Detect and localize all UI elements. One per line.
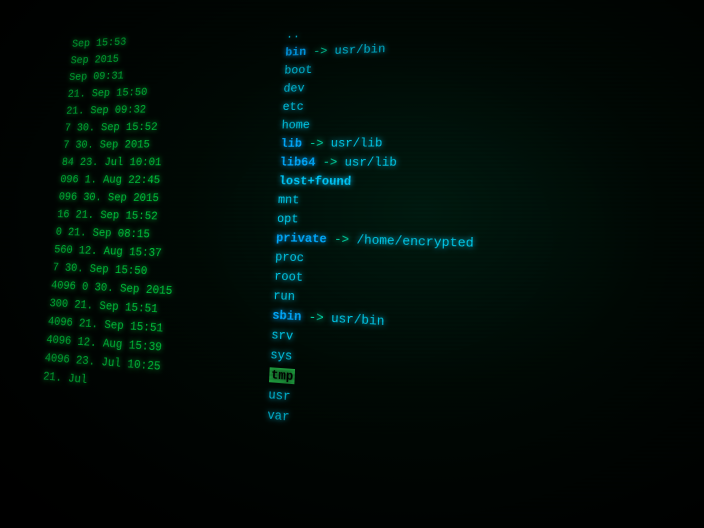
col-timestamps: Sep 15:53Sep 2015Sep 09:3121. Sep 15:502… <box>27 27 278 516</box>
timestamp-line: 84 23. Jul 10:01 <box>61 153 271 171</box>
col-files: ..bin -> usr/binbootdevetchomelib -> usr… <box>253 6 704 528</box>
timestamp-line: 21. Sep 09:32 <box>66 98 275 118</box>
terminal-content: Sep 15:53Sep 2015Sep 09:3121. Sep 15:502… <box>26 0 704 528</box>
timestamp-line: 7 30. Sep 2015 <box>63 135 273 153</box>
file-entry: lib -> usr/lib <box>280 131 704 152</box>
terminal-screen: Sep 15:53Sep 2015Sep 09:3121. Sep 15:502… <box>0 0 704 528</box>
timestamp-line: 7 30. Sep 15:52 <box>64 117 273 136</box>
timestamp-line: 096 1. Aug 22:45 <box>60 171 271 190</box>
terminal-table: Sep 15:53Sep 2015Sep 09:3121. Sep 15:502… <box>27 6 704 528</box>
file-entry: lib64 -> usr/lib <box>279 152 704 173</box>
